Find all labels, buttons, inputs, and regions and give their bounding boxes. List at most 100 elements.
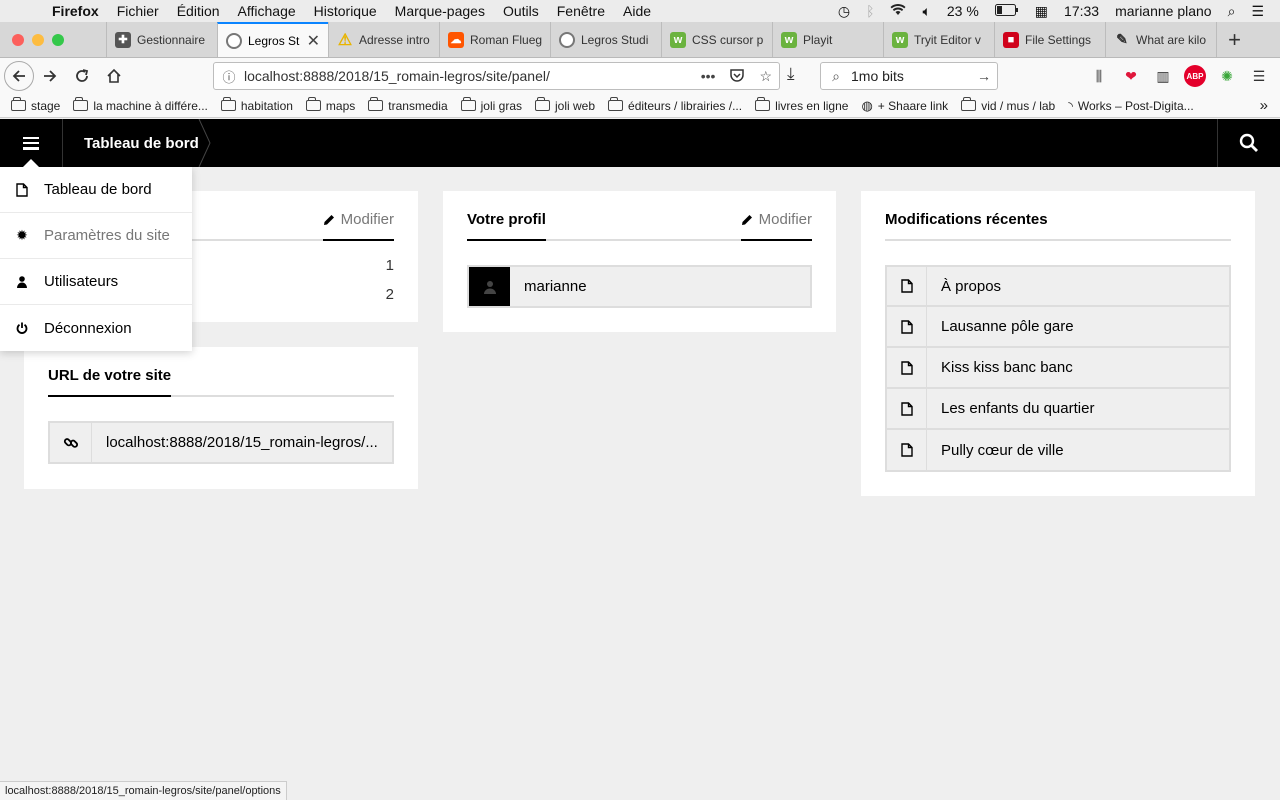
spotlight-icon[interactable]: ⌕ — [1220, 3, 1244, 20]
user-name[interactable]: marianne plano — [1107, 3, 1220, 19]
calendar-icon[interactable]: ▦ — [1027, 3, 1056, 20]
browser-tab-active[interactable]: Legros St ✕ — [217, 22, 328, 57]
recent-page-row[interactable]: Pully cœur de ville — [885, 430, 1231, 472]
back-button[interactable] — [4, 61, 34, 91]
browser-tab[interactable]: w CSS cursor p — [661, 22, 772, 57]
bookmarks-bar: stage la machine à différe... habitation… — [0, 94, 1280, 118]
pencil-icon — [741, 214, 752, 225]
bookmark-item[interactable]: stage — [11, 97, 61, 113]
bookmark-item[interactable]: maps — [305, 97, 355, 113]
recent-page-title[interactable]: Pully cœur de ville — [927, 430, 1229, 470]
bookmark-label: stage — [31, 98, 61, 113]
menu-fichier[interactable]: Fichier — [108, 3, 168, 19]
power-icon — [0, 322, 44, 334]
menu-affichage[interactable]: Affichage — [229, 3, 305, 19]
close-tab-icon[interactable]: ✕ — [307, 31, 320, 51]
browser-tab[interactable]: ⚠ Adresse intro — [328, 22, 439, 57]
profile-row[interactable]: marianne — [467, 265, 812, 308]
menu-item-logout[interactable]: Déconnexion — [0, 305, 192, 351]
zoom-window-button[interactable] — [52, 33, 64, 46]
pocket-list-icon[interactable]: ❤ — [1120, 65, 1142, 87]
site-url-text[interactable]: localhost:8888/2018/15_romain-legros/... — [92, 423, 392, 462]
app-menu-icon[interactable]: ☰ — [1248, 65, 1270, 87]
edit-profile-button[interactable]: Modifier — [740, 211, 812, 241]
recent-page-row[interactable]: À propos — [885, 265, 1231, 307]
browser-tab[interactable]: w Playit — [772, 22, 883, 57]
menu-edition[interactable]: Édition — [168, 3, 229, 19]
search-go-icon[interactable]: → — [971, 68, 997, 84]
info-icon[interactable]: ⓘ — [214, 67, 244, 86]
new-tab-button[interactable]: + — [1216, 22, 1252, 57]
browser-tab[interactable]: ✎ What are kilo — [1105, 22, 1216, 57]
bookmark-item[interactable]: transmedia — [368, 97, 448, 113]
menu-item-users[interactable]: Utilisateurs — [0, 259, 192, 305]
bookmark-item[interactable]: joli gras — [460, 97, 522, 113]
url-bar[interactable]: ⓘ localhost:8888/2018/15_romain-legros/s… — [213, 62, 780, 90]
bluetooth-icon[interactable]: ᛒ — [858, 3, 882, 19]
bookmark-item[interactable]: éditeurs / librairies /... — [608, 97, 742, 113]
menu-item-site-settings[interactable]: ✹ Paramètres du site — [0, 213, 192, 259]
menu-app-name[interactable]: Firefox — [38, 3, 108, 19]
sidebar-icon[interactable]: ▥ — [1152, 65, 1174, 87]
bookmark-star-icon[interactable]: ☆ — [752, 68, 779, 85]
tab-title: Roman Flueg — [470, 32, 542, 47]
notification-center-icon[interactable]: ☰ — [1243, 3, 1272, 20]
bookmark-item[interactable]: joli web — [535, 97, 595, 113]
menu-item-dashboard[interactable]: Tableau de bord — [0, 167, 192, 213]
minimize-window-button[interactable] — [32, 33, 44, 46]
chevron-more-icon[interactable]: » — [1260, 97, 1280, 114]
edit-pages-button[interactable]: Modifier — [322, 211, 394, 241]
site-url-row[interactable]: localhost:8888/2018/15_romain-legros/... — [48, 421, 394, 464]
bookmark-item[interactable]: vid / mus / lab — [961, 97, 1055, 113]
bookmark-item[interactable]: la machine à différe... — [73, 97, 208, 113]
menu-fenetre[interactable]: Fenêtre — [548, 3, 614, 19]
breadcrumb[interactable]: Tableau de bord — [84, 119, 199, 167]
menu-aide[interactable]: Aide — [614, 3, 660, 19]
recent-page-row[interactable]: Kiss kiss banc banc — [885, 348, 1231, 389]
battery-icon[interactable] — [987, 3, 1027, 19]
recent-page-title[interactable]: Kiss kiss banc banc — [927, 348, 1229, 387]
recent-page-title[interactable]: Lausanne pôle gare — [927, 307, 1229, 346]
menu-marque-pages[interactable]: Marque-pages — [386, 3, 494, 19]
library-icon[interactable]: ⫼ — [1088, 65, 1110, 87]
bookmark-label: habitation — [240, 98, 293, 113]
battery-percent[interactable]: 23 % — [939, 3, 987, 19]
extension-icon[interactable]: ✺ — [1216, 65, 1238, 87]
browser-tab[interactable]: ☁ Roman Flueg — [439, 22, 550, 57]
reload-button[interactable] — [66, 60, 98, 92]
forward-button[interactable] — [34, 60, 66, 92]
pocket-icon[interactable] — [722, 67, 752, 86]
recent-page-row[interactable]: Lausanne pôle gare — [885, 307, 1231, 348]
search-bar[interactable]: ⌕ 1mo bits → — [820, 62, 998, 90]
recent-page-title[interactable]: Les enfants du quartier — [927, 389, 1229, 428]
bookmark-item[interactable]: ◍ + Shaare link — [861, 98, 948, 114]
bookmark-item[interactable]: habitation — [220, 97, 293, 113]
url-text[interactable]: localhost:8888/2018/15_romain-legros/sit… — [244, 68, 694, 84]
volume-icon[interactable]: 🔈︎ — [914, 3, 938, 20]
clock-time[interactable]: 17:33 — [1056, 3, 1107, 19]
browser-tab[interactable]: Legros Studi — [550, 22, 661, 57]
wifi-icon[interactable] — [882, 3, 914, 19]
menu-historique[interactable]: Historique — [305, 3, 386, 19]
adblock-icon[interactable]: ABP — [1184, 65, 1206, 87]
time-machine-icon[interactable]: ◷ — [830, 3, 858, 20]
profile-username[interactable]: marianne — [510, 267, 810, 306]
bookmark-item[interactable]: livres en ligne — [755, 97, 848, 113]
app-search-button[interactable] — [1217, 119, 1280, 167]
browser-tab[interactable]: ■ File Settings — [994, 22, 1105, 57]
bookmark-item[interactable]: ◝ Works – Post-Digita... — [1068, 99, 1193, 113]
card-header: URL de votre site — [48, 347, 394, 397]
profile-card: Votre profil Modifier marianne — [443, 191, 836, 332]
card-header: Votre profil Modifier — [467, 191, 812, 241]
search-input[interactable]: 1mo bits — [851, 68, 971, 84]
browser-tab[interactable]: ✚ Gestionnaire — [106, 22, 217, 57]
menu-outils[interactable]: Outils — [494, 3, 548, 19]
page-actions-icon[interactable]: ••• — [694, 68, 723, 84]
breadcrumb-label[interactable]: Tableau de bord — [84, 135, 199, 152]
browser-tab[interactable]: w Tryit Editor v — [883, 22, 994, 57]
recent-page-title[interactable]: À propos — [927, 267, 1229, 305]
home-button[interactable] — [98, 60, 130, 92]
close-window-button[interactable] — [12, 33, 24, 46]
recent-page-row[interactable]: Les enfants du quartier — [885, 389, 1231, 430]
download-icon[interactable]: ⤓ — [787, 64, 795, 84]
